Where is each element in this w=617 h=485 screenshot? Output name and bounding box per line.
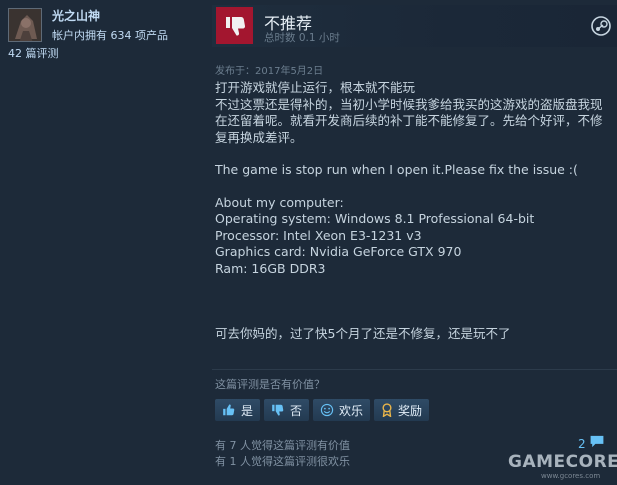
reviewer-review-count[interactable]: 42 篇评测 [8, 45, 59, 61]
steam-logo-icon [591, 16, 611, 36]
feedback-buttons: 是 否 欢乐 奖励 [215, 399, 430, 421]
avatar[interactable] [8, 8, 42, 42]
watermark-logo: GAMECORES [508, 452, 617, 472]
smiley-icon [320, 403, 334, 417]
comment-count: 2 [578, 436, 586, 451]
reviewer-product-count[interactable]: 帐户内拥有 634 项产品 [52, 27, 168, 43]
review-page: 光之山神 帐户内拥有 634 项产品 42 篇评测 不推荐 总时数 0.1 小时… [0, 0, 617, 485]
review-vote-header: 不推荐 总时数 0.1 小时 [212, 5, 617, 47]
vote-yes-button[interactable]: 是 [215, 399, 261, 421]
thumbs-up-icon [222, 403, 236, 417]
thumbs-down-icon [271, 403, 285, 417]
helpful-stat: 有 7 人觉得这篇评测有价值 [215, 439, 350, 452]
reviewer-name[interactable]: 光之山神 [52, 7, 100, 24]
vote-no-label: 否 [290, 403, 303, 418]
thumbs-down-icon [216, 7, 253, 44]
comment-bubble-icon [589, 434, 605, 453]
review-paragraph: The game is stop run when I open it.Plea… [215, 162, 578, 177]
helpful-question: 这篇评测是否有价值？ [215, 378, 325, 391]
award-button[interactable]: 奖励 [374, 399, 430, 421]
reviewer-panel: 光之山神 帐户内拥有 634 项产品 42 篇评测 [0, 0, 205, 60]
funny-stat: 有 1 人觉得这篇评测很欢乐 [215, 455, 350, 468]
comments-link[interactable]: 2 [578, 434, 605, 453]
award-label: 奖励 [398, 403, 423, 418]
vote-funny-button[interactable]: 欢乐 [313, 399, 371, 421]
review-paragraph: About my computer: Operating system: Win… [215, 194, 535, 276]
review-playtime: 总时数 0.1 小时 [264, 32, 340, 44]
posted-date: 发布于：2017年5月2日 [215, 66, 324, 77]
vote-no-button[interactable]: 否 [264, 399, 310, 421]
review-body: 打开游戏就停止运行，根本就不能玩 不过这票还是得补的，当初小学时候我爹给我买的这… [215, 80, 610, 343]
review-paragraph: 打开游戏就停止运行，根本就不能玩 不过这票还是得补的，当初小学时候我爹给我买的这… [215, 80, 603, 145]
watermark-url: www.gcores.com [541, 472, 601, 480]
vote-yes-label: 是 [241, 403, 254, 418]
divider [212, 369, 617, 370]
review-paragraph: 可去你妈的，过了快5个月了还是不修复，还是玩不了 [215, 326, 511, 341]
vote-funny-label: 欢乐 [339, 403, 364, 418]
award-icon [381, 403, 393, 417]
